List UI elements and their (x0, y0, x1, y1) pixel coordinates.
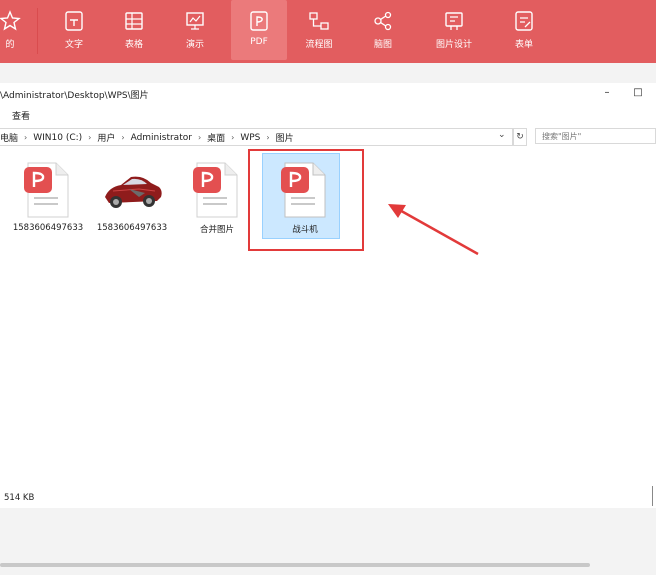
toolbar-item-favorite[interactable]: 的 (0, 0, 38, 60)
refresh-button[interactable]: ↻ (513, 128, 527, 146)
table-icon (123, 10, 145, 32)
breadcrumb-item[interactable]: 图片 (276, 131, 294, 144)
status-size: 514 KB (4, 493, 35, 503)
star-icon (0, 10, 21, 32)
toolbar-label: 的 (5, 40, 15, 50)
chevron-right-icon[interactable]: › (121, 133, 124, 142)
file-item[interactable]: 1583606497633 (92, 153, 172, 241)
pdf-file-icon (187, 161, 247, 219)
toolbar-item-pdf[interactable]: PDF (231, 0, 287, 60)
car-image-thumbnail (99, 161, 165, 219)
tab-view[interactable]: 查看 (12, 109, 30, 122)
chevron-right-icon[interactable]: › (266, 133, 269, 142)
breadcrumb-item[interactable]: 电脑 (0, 131, 18, 144)
file-name: 合并图片 (199, 225, 234, 235)
chevron-down-icon[interactable]: ⌄ (498, 130, 506, 140)
toolbar-divider (37, 8, 38, 54)
explorer-window: \Administrator\Desktop\WPS\图片 – □ 查看 电脑 … (0, 83, 656, 508)
chevron-right-icon[interactable]: › (231, 133, 234, 142)
toolbar-item-mindmap[interactable]: 脑图 (355, 0, 411, 60)
chevron-right-icon[interactable]: › (88, 133, 91, 142)
pdf-file-icon (18, 161, 78, 219)
toolbar-label: 表格 (124, 40, 143, 50)
breadcrumb-item[interactable]: 用户 (97, 131, 115, 144)
flowchart-icon (308, 10, 330, 32)
toolbar-label: PDF (250, 37, 268, 47)
breadcrumb-item[interactable]: Administrator (131, 133, 192, 143)
status-bar: 514 KB (0, 490, 656, 508)
breadcrumb-item[interactable]: WIN10 (C:) (33, 133, 82, 143)
toolbar-label: 表单 (514, 40, 533, 50)
annotation-arrow-icon (388, 204, 479, 256)
minimize-button[interactable]: – (599, 86, 615, 100)
toolbar-label: 图片设计 (435, 40, 472, 50)
chevron-right-icon[interactable]: › (24, 133, 27, 142)
title-bar: \Administrator\Desktop\WPS\图片 – □ (0, 83, 656, 105)
file-item[interactable]: 1583606497633 (8, 153, 88, 241)
form-icon (513, 10, 535, 32)
file-item[interactable]: 合并图片 (177, 153, 257, 241)
file-name: 1583606497633 (96, 223, 168, 233)
image-design-icon (443, 10, 465, 32)
annotation-highlight-box (248, 149, 364, 251)
ribbon: 查看 (0, 105, 656, 125)
chevron-right-icon[interactable]: › (198, 133, 201, 142)
address-box[interactable]: 电脑 › WIN10 (C:) › 用户 › Administrator › 桌… (0, 128, 513, 146)
toolbar-label: 脑图 (373, 40, 392, 50)
toolbar-item-text[interactable]: 文字 (46, 0, 102, 60)
maximize-button[interactable]: □ (630, 86, 646, 100)
pdf-icon (248, 10, 270, 32)
horizontal-scrollbar[interactable] (0, 563, 590, 567)
wps-toolbar: 的 文字 表格 演示 PDF 流程图 脑图 图片设计 表单 (0, 0, 656, 63)
file-name: 1583606497633 (12, 223, 84, 233)
window-title: \Administrator\Desktop\WPS\图片 (0, 91, 149, 101)
address-bar: 电脑 › WIN10 (C:) › 用户 › Administrator › 桌… (0, 128, 656, 146)
breadcrumb: 电脑 › WIN10 (C:) › 用户 › Administrator › 桌… (0, 131, 294, 145)
breadcrumb-item[interactable]: WPS (240, 133, 260, 143)
toolbar-item-image-design[interactable]: 图片设计 (426, 0, 482, 60)
text-doc-icon (63, 10, 85, 32)
toolbar-item-spreadsheet[interactable]: 表格 (106, 0, 162, 60)
presentation-icon (184, 10, 206, 32)
toolbar-label: 演示 (185, 40, 204, 50)
mindmap-icon (372, 10, 394, 32)
toolbar-item-form[interactable]: 表单 (496, 0, 552, 60)
toolbar-label: 文字 (64, 40, 83, 50)
toolbar-label: 流程图 (305, 40, 333, 50)
breadcrumb-item[interactable]: 桌面 (207, 131, 225, 144)
search-input[interactable]: 搜索"图片" (535, 128, 656, 144)
window-edge (652, 486, 653, 506)
toolbar-item-presentation[interactable]: 演示 (167, 0, 223, 60)
toolbar-item-flowchart[interactable]: 流程图 (291, 0, 347, 60)
